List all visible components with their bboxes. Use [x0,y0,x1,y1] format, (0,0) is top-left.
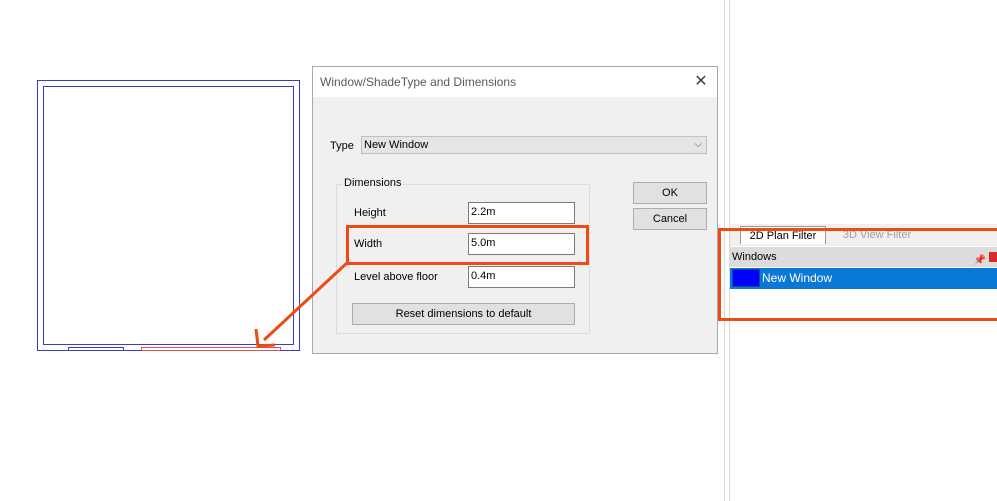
arrow-shaft [262,260,350,342]
annotation-arrow [254,260,350,348]
